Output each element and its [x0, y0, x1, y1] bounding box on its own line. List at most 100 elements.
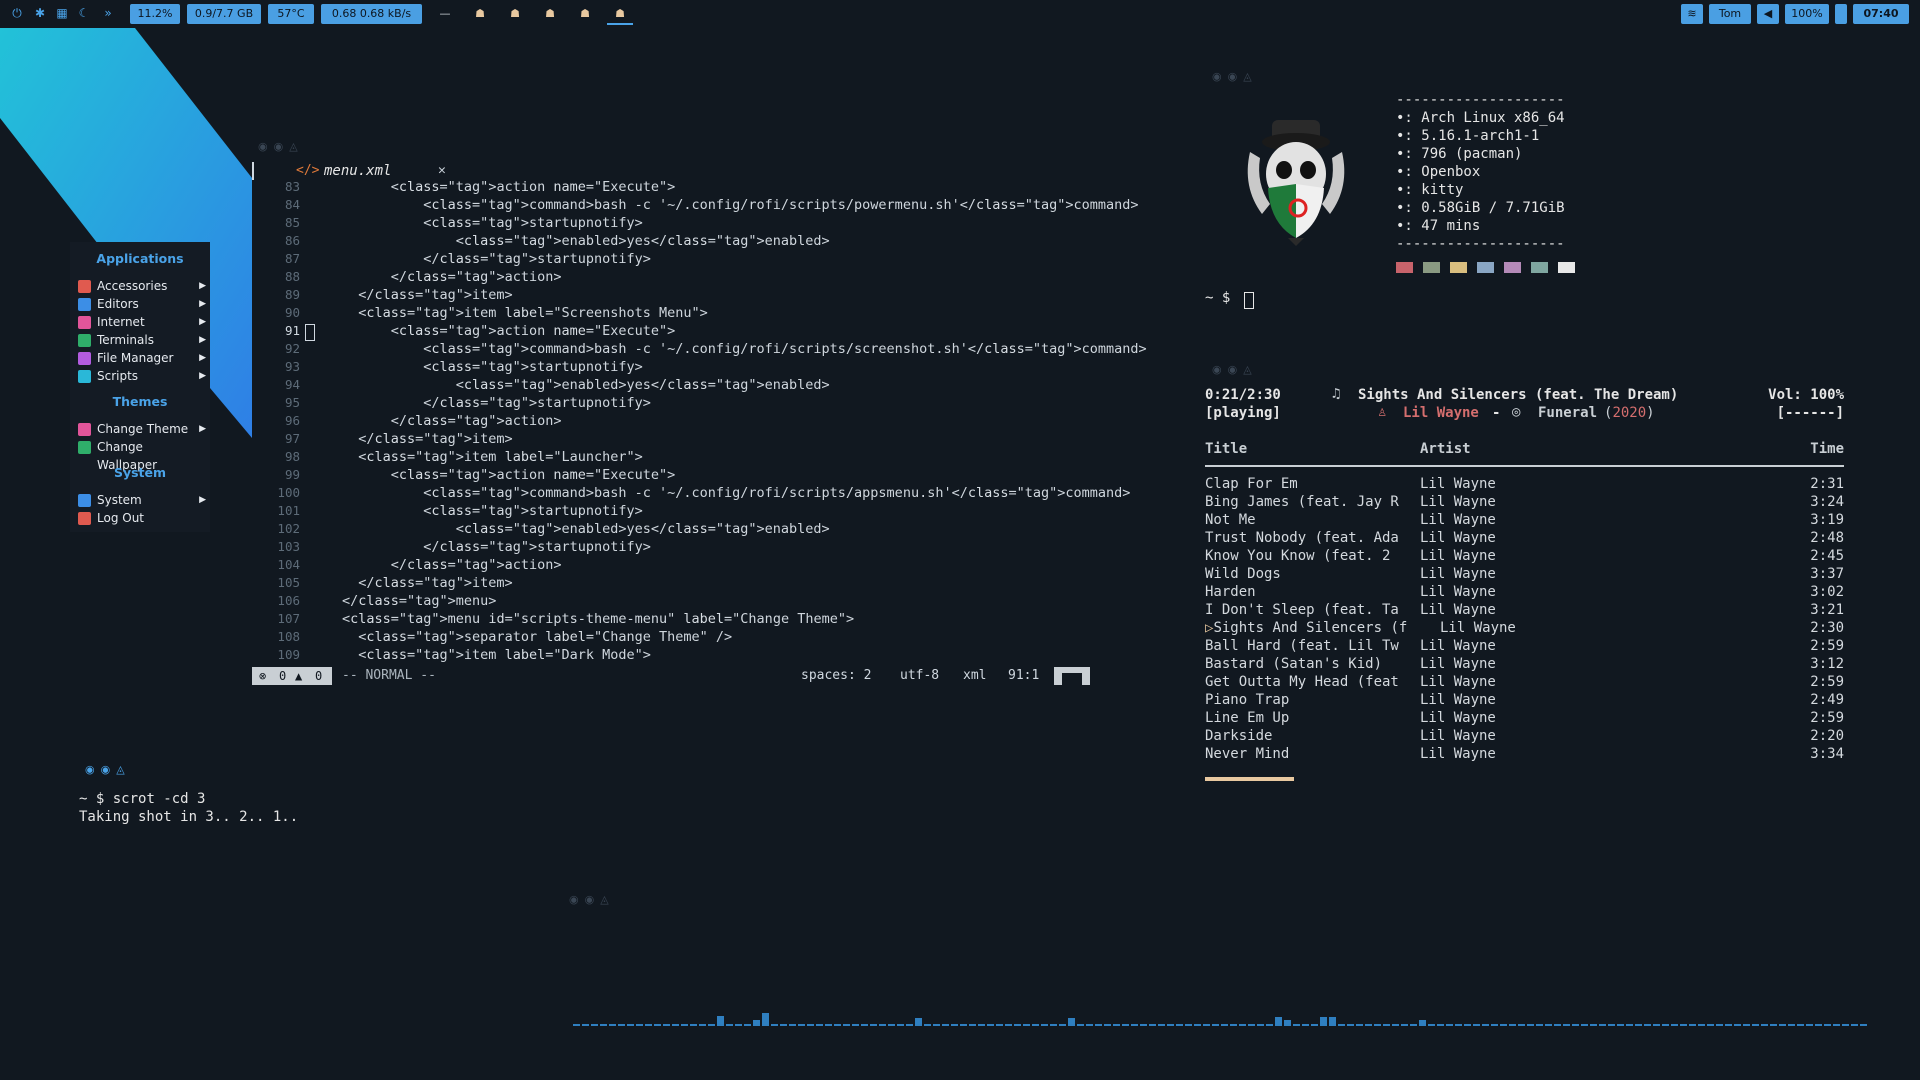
track-title: Darkside	[1205, 728, 1273, 744]
power-icon[interactable]: ⏻	[10, 6, 24, 20]
code-line[interactable]: </class="tag">action>	[342, 269, 562, 285]
volume-indicator[interactable]: Vol: 100%	[1764, 387, 1844, 403]
code-line[interactable]: </class="tag">startupnotify>	[342, 539, 651, 555]
visualizer-bar	[1725, 1024, 1732, 1026]
editor-window-controls[interactable]: ◉◉◬	[258, 140, 304, 153]
column-artist[interactable]: Artist	[1420, 441, 1471, 457]
moon-icon[interactable]: ☾	[77, 6, 91, 20]
menu-item-scripts[interactable]: Scripts ▶	[78, 367, 206, 385]
line-number: 109	[277, 647, 300, 662]
workspace-5[interactable]: ☗	[572, 5, 598, 23]
code-line[interactable]: <class="tag">menu id="scripts-theme-menu…	[342, 611, 854, 627]
code-line[interactable]: </class="tag">action>	[342, 557, 562, 573]
code-line[interactable]: <class="tag">command>bash -c '~/.config/…	[342, 485, 1130, 501]
track-title: Bing James (feat. Jay R	[1205, 494, 1399, 510]
code-line[interactable]: <class="tag">separator label="Change The…	[342, 629, 732, 645]
menu-item-file-manager[interactable]: File Manager ▶	[78, 349, 206, 367]
menu-item-editors[interactable]: Editors ▶	[78, 295, 206, 313]
menu-item-system[interactable]: System ▶	[78, 491, 206, 509]
wifi-icon[interactable]: ≋	[1681, 4, 1703, 24]
code-line[interactable]: <class="tag">enabled>yes</class="tag">en…	[342, 377, 830, 393]
code-line[interactable]: <class="tag">enabled>yes</class="tag">en…	[342, 521, 830, 537]
visualizer-bar	[951, 1024, 958, 1026]
visualizer-bar	[933, 1024, 940, 1026]
workspace-1[interactable]: —	[432, 5, 458, 23]
visualizer-bar	[1356, 1024, 1363, 1026]
menu-item-terminals[interactable]: Terminals ▶	[78, 331, 206, 349]
music-window-controls[interactable]: ◉◉◬	[1212, 363, 1258, 376]
code-line[interactable]: <class="tag">startupnotify>	[342, 215, 642, 231]
speaker-icon[interactable]: ◀	[1757, 4, 1779, 24]
workspace-2[interactable]: ☗	[467, 5, 493, 23]
track-duration: 3:12	[1810, 656, 1844, 672]
track-artist: Lil Wayne	[1420, 638, 1496, 654]
line-number: 95	[284, 395, 300, 410]
code-line[interactable]: </class="tag">item>	[342, 431, 512, 447]
playback-state[interactable]: [playing]	[1205, 405, 1281, 421]
color-swatch	[1531, 262, 1548, 273]
bluetooth-icon[interactable]: ✱	[33, 6, 47, 20]
line-number: 107	[277, 611, 300, 626]
code-line[interactable]: <class="tag">action name="Execute">	[342, 179, 676, 195]
menu-item-change-theme[interactable]: Change Theme ▶	[78, 420, 206, 438]
column-time[interactable]: Time	[1786, 441, 1844, 457]
code-line[interactable]: <class="tag">command>bash -c '~/.config/…	[342, 197, 1138, 213]
code-line[interactable]: <class="tag">item label="Dark Mode">	[342, 647, 651, 663]
workspace-3[interactable]: ☗	[502, 5, 528, 23]
grid-icon[interactable]: ▦	[55, 6, 69, 20]
visualizer-bar	[1059, 1024, 1066, 1026]
visualizer-bar	[1671, 1024, 1678, 1026]
code-line[interactable]: <class="tag">action name="Execute">	[342, 467, 676, 483]
visualizer-bar	[1050, 1024, 1057, 1026]
system-info-line: •: 47 mins	[1396, 218, 1481, 234]
submenu-arrow-icon: ▶	[199, 495, 206, 505]
code-line[interactable]: <class="tag">command>bash -c '~/.config/…	[342, 341, 1146, 357]
menu-item-change-wallpaper[interactable]: Change Wallpaper	[78, 438, 206, 472]
code-line[interactable]: </class="tag">item>	[342, 575, 512, 591]
menu-item-log-out[interactable]: Log Out	[78, 509, 206, 527]
visualizer-bar	[1509, 1024, 1516, 1026]
code-line[interactable]: </class="tag">startupnotify>	[342, 395, 651, 411]
tab-close-icon[interactable]: ✕	[438, 163, 446, 178]
code-line[interactable]: <class="tag">enabled>yes</class="tag">en…	[342, 233, 830, 249]
column-title[interactable]: Title	[1205, 441, 1247, 457]
tab-filename[interactable]: menu.xml	[324, 163, 391, 179]
editor-statusbar: ⊗ 0 ▲ 0 -- NORMAL -- spaces: 2 utf-8 xml…	[252, 667, 1090, 685]
visualizer-bar	[1122, 1024, 1129, 1026]
workspace-4[interactable]: ☗	[537, 5, 563, 23]
workspace-6[interactable]: ☗	[607, 5, 633, 25]
menu-item-internet[interactable]: Internet ▶	[78, 313, 206, 331]
diagnostics[interactable]: ⊗ 0 ▲ 0	[252, 667, 332, 685]
code-line[interactable]: </class="tag">menu>	[342, 593, 496, 609]
line-number: 106	[277, 593, 300, 608]
now-playing-artist: Lil Wayne	[1403, 405, 1479, 421]
code-line[interactable]: </class="tag">action>	[342, 413, 562, 429]
visualizer-bar	[1293, 1024, 1300, 1026]
volume-level[interactable]: 100%	[1785, 4, 1829, 24]
track-artist: Lil Wayne	[1420, 674, 1496, 690]
neofetch-window-controls[interactable]: ◉◉◬	[1212, 70, 1258, 83]
cursor-position: 91:1	[1008, 668, 1040, 683]
code-line[interactable]: </class="tag">item>	[342, 287, 512, 303]
code-line[interactable]: <class="tag">item label="Screenshots Men…	[342, 305, 708, 321]
song-progress-bar[interactable]	[1205, 777, 1294, 781]
visualizer-bar	[1464, 1024, 1471, 1026]
code-line[interactable]: </class="tag">startupnotify>	[342, 251, 651, 267]
code-line[interactable]: <class="tag">startupnotify>	[342, 359, 642, 375]
error-count: 0	[279, 669, 287, 683]
code-line[interactable]: <class="tag">action name="Execute">	[342, 323, 676, 339]
chevrons-icon[interactable]: »	[101, 6, 115, 20]
file-encoding: utf-8	[900, 668, 940, 683]
code-line[interactable]: <class="tag">item label="Launcher">	[342, 449, 643, 465]
clock: 07:40	[1853, 4, 1909, 24]
visualizer-window-controls[interactable]: ◉◉◬	[569, 893, 615, 906]
visualizer-bar	[663, 1024, 670, 1026]
editor-window: </> menu.xml ✕ 83 <class="tag">action na…	[252, 160, 1147, 690]
terminal-window-controls[interactable]: ◉◉◬	[85, 763, 131, 776]
color-swatch	[1558, 262, 1575, 273]
visualizer-bar	[1635, 1024, 1642, 1026]
visualizer-bar	[1824, 1024, 1831, 1026]
code-line[interactable]: <class="tag">startupnotify>	[342, 503, 642, 519]
shell-cursor[interactable]	[1244, 292, 1254, 309]
menu-item-accessories[interactable]: Accessories ▶	[78, 277, 206, 295]
